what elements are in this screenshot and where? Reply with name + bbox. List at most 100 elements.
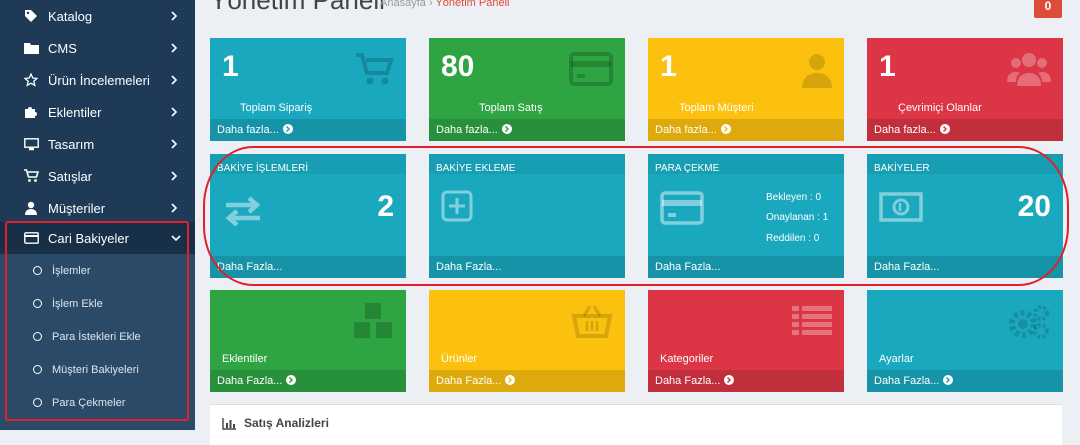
sidebar-item-label: Ürün İncelemeleri	[48, 72, 150, 88]
balance-box-islemleri: BAKİYE İŞLEMLERİ 2 Daha Fazla...	[210, 154, 406, 278]
more-link[interactable]: Daha fazla...	[648, 119, 844, 141]
sidebar-item-label: Tasarım	[48, 136, 95, 152]
submenu-item-para-cekmeler[interactable]: Para Çekmeler	[0, 386, 195, 419]
arrow-circle-right-icon	[286, 374, 297, 388]
balance-stat: Bekleyen : 0	[766, 192, 822, 203]
cogs-icon	[1007, 304, 1051, 345]
submenu-item-label: İşlem Ekle	[52, 297, 103, 310]
shortcut-label: Kategoriler	[660, 353, 714, 365]
shortcut-box-kategoriler[interactable]: Kategoriler Daha Fazla...	[648, 290, 844, 392]
balance-title: PARA ÇEKME	[655, 163, 720, 174]
more-link[interactable]: Daha Fazla...	[648, 256, 844, 278]
star-icon	[23, 72, 39, 88]
shortcut-label: Eklentiler	[222, 353, 268, 365]
stat-number: 1	[222, 50, 239, 83]
submenu-item-label: Müşteri Bakiyeleri	[52, 363, 139, 376]
balance-box-para-cekme: PARA ÇEKME Bekleyen : 0 Onaylanan : 1 Re…	[648, 154, 844, 278]
sidebar-item-satislar[interactable]: Satışlar	[0, 160, 195, 192]
page-title: Yönetim Paneli	[210, 0, 385, 15]
chevron-right-icon	[171, 139, 181, 149]
chevron-right-icon	[171, 107, 181, 117]
stat-box-musteri: 1 Toplam Müşteri Daha fazla...	[648, 38, 844, 141]
balance-stat: Reddilen : 0	[766, 233, 820, 244]
balance-value: 20	[1017, 190, 1051, 223]
exchange-icon	[222, 196, 264, 231]
more-link[interactable]: Daha Fazla...	[210, 256, 406, 278]
submenu-item-islem-ekle[interactable]: İşlem Ekle	[0, 287, 195, 320]
submenu-item-para-istekleri-ekle[interactable]: Para İstekleri Ekle	[0, 320, 195, 353]
more-link[interactable]: Daha fazla...	[867, 119, 1063, 141]
more-link[interactable]: Daha Fazla...	[429, 256, 625, 278]
balance-box-bakiyeler: BAKİYELER 20 Daha Fazla...	[867, 154, 1063, 278]
arrow-circle-right-icon	[939, 123, 950, 137]
sidebar-item-label: Cari Bakiyeler	[48, 230, 129, 246]
breadcrumb-home[interactable]: Anasayfa	[380, 0, 426, 9]
circle-icon	[33, 398, 42, 407]
sidebar-item-label: CMS	[48, 40, 77, 56]
more-link[interactable]: Daha Fazla...	[210, 370, 406, 392]
sidebar-item-cms[interactable]: CMS	[0, 32, 195, 64]
shortcut-box-ayarlar[interactable]: Ayarlar Daha Fazla...	[867, 290, 1063, 392]
stat-label: Çevrimiçi Olanlar	[898, 102, 982, 114]
submenu-item-label: İşlemler	[52, 264, 91, 277]
arrow-circle-right-icon	[720, 123, 731, 137]
stat-number: 80	[441, 50, 475, 83]
chevron-right-icon	[171, 171, 181, 181]
sidebar-item-eklentiler[interactable]: Eklentiler	[0, 96, 195, 128]
list-icon	[792, 304, 832, 341]
stat-label: Toplam Sipariş	[240, 102, 313, 114]
chevron-right-icon	[171, 11, 181, 21]
shortcut-box-urunler[interactable]: Ürünler Daha Fazla...	[429, 290, 625, 392]
sidebar-item-musteriler[interactable]: Müşteriler	[0, 192, 195, 224]
stat-box-satis: 80 Toplam Satış Daha fazla...	[429, 38, 625, 141]
chevron-down-icon	[171, 234, 181, 242]
bar-chart-icon	[222, 417, 236, 435]
sidebar-item-cari-bakiyeler[interactable]: Cari Bakiyeler	[0, 222, 195, 254]
stat-number: 1	[660, 50, 677, 83]
header-button[interactable]: 0	[1034, 0, 1062, 18]
balance-value: 2	[377, 190, 394, 223]
submenu-item-musteri-bakiyeleri[interactable]: Müşteri Bakiyeleri	[0, 353, 195, 386]
submenu: İşlemler İşlem Ekle Para İstekleri Ekle …	[0, 254, 195, 430]
submenu-item-islemler[interactable]: İşlemler	[0, 254, 195, 287]
credit-card-icon	[660, 191, 704, 230]
submenu-item-label: Para Çekmeler	[52, 396, 126, 409]
stat-box-siparis: 1 Toplam Sipariş Daha fazla...	[210, 38, 406, 141]
balance-box-ekleme: BAKİYE EKLEME Daha Fazla...	[429, 154, 625, 278]
more-link[interactable]: Daha Fazla...	[648, 370, 844, 392]
money-icon	[879, 192, 923, 227]
sidebar-item-tasarim[interactable]: Tasarım	[0, 128, 195, 160]
arrow-circle-right-icon	[505, 374, 516, 388]
arrow-circle-right-icon	[724, 374, 735, 388]
cart-icon	[23, 168, 39, 184]
tag-icon	[23, 8, 39, 24]
arrow-circle-right-icon	[282, 123, 293, 137]
users-icon	[1007, 52, 1051, 91]
more-link[interactable]: Daha Fazla...	[867, 370, 1063, 392]
stat-label: Toplam Müşteri	[679, 102, 754, 114]
cubes-icon	[352, 302, 394, 345]
folder-icon	[23, 40, 39, 56]
shortcut-box-eklentiler[interactable]: Eklentiler Daha Fazla...	[210, 290, 406, 392]
user-icon	[23, 200, 39, 216]
sidebar-item-label: Müşteriler	[48, 200, 106, 216]
user-icon	[802, 52, 832, 93]
circle-icon	[33, 365, 42, 374]
sidebar-item-label: Eklentiler	[48, 104, 102, 120]
breadcrumb-separator: ›	[428, 0, 433, 9]
basket-icon	[571, 304, 613, 343]
sidebar-item-katalog[interactable]: Katalog	[0, 0, 195, 32]
arrow-circle-right-icon	[501, 123, 512, 137]
more-link[interactable]: Daha fazla...	[429, 119, 625, 141]
sidebar-item-urun-incelemeleri[interactable]: Ürün İncelemeleri	[0, 64, 195, 96]
shortcut-label: Ürünler	[441, 353, 478, 365]
balance-title: BAKİYE EKLEME	[436, 163, 516, 174]
submenu-item-label: Para İstekleri Ekle	[52, 330, 141, 343]
stat-box-cevrimici: 1 Çevrimiçi Olanlar Daha fazla...	[867, 38, 1063, 141]
more-link[interactable]: Daha Fazla...	[429, 370, 625, 392]
circle-icon	[33, 299, 42, 308]
sidebar-item-label: Satışlar	[48, 168, 93, 184]
stat-label: Toplam Satış	[479, 102, 543, 114]
more-link[interactable]: Daha fazla...	[210, 119, 406, 141]
more-link[interactable]: Daha Fazla...	[867, 256, 1063, 278]
